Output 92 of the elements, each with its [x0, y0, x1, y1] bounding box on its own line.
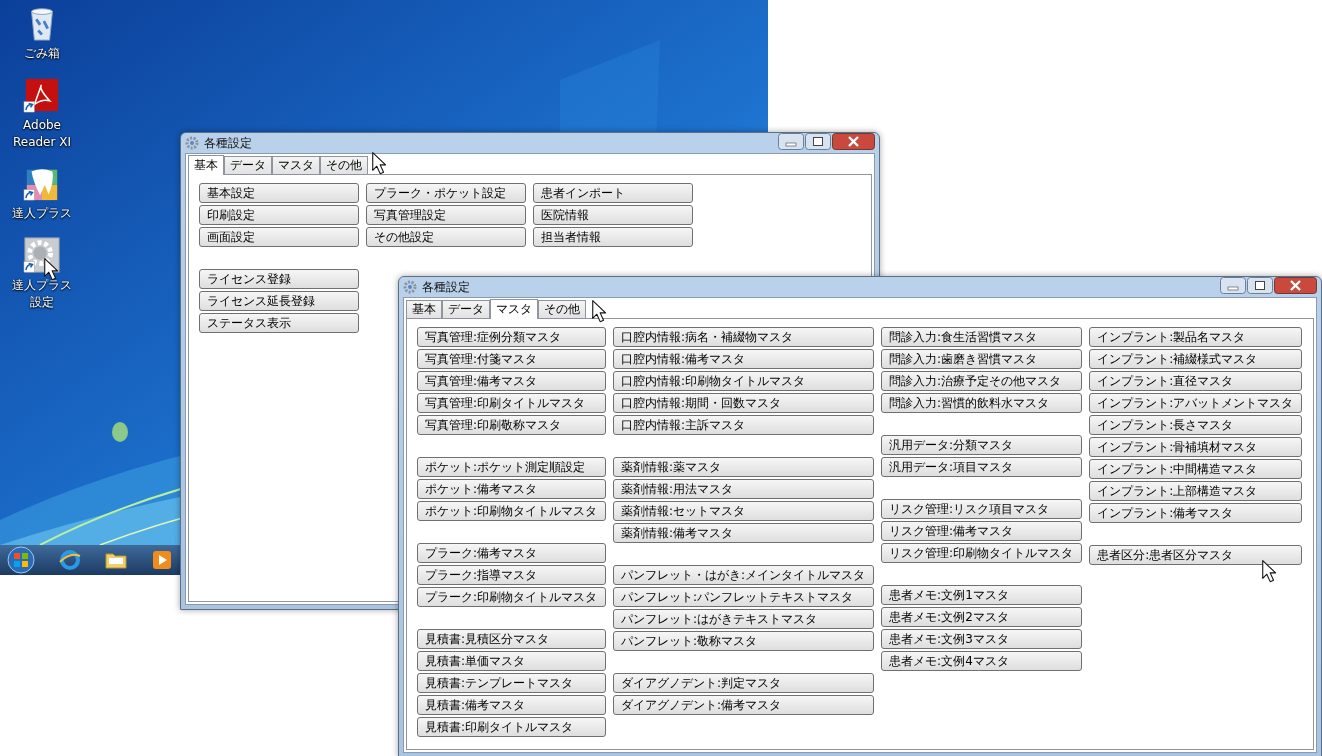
- settings-button[interactable]: インプラント:備考マスタ: [1089, 503, 1303, 523]
- settings-button[interactable]: 口腔内情報:期間・回数マスタ: [613, 393, 875, 413]
- settings-button[interactable]: 写真管理設定: [366, 205, 526, 225]
- maximize-button[interactable]: [805, 133, 831, 150]
- settings-button[interactable]: 患者メモ:文例2マスタ: [881, 607, 1083, 627]
- settings-button[interactable]: 問診入力:治療予定その他マスタ: [881, 371, 1083, 391]
- cursor-icon: [1262, 560, 1277, 583]
- tab[interactable]: マスタ: [272, 156, 320, 174]
- settings-button[interactable]: インプラント:骨補填材マスタ: [1089, 437, 1303, 457]
- settings-button[interactable]: 薬剤情報:用法マスタ: [613, 479, 875, 499]
- browser-icon[interactable]: [58, 548, 82, 572]
- settings-button[interactable]: インプラント:中間構造マスタ: [1089, 459, 1303, 479]
- icon-label: 達人プラス設定: [11, 277, 73, 311]
- maximize-button[interactable]: [1247, 277, 1273, 294]
- icon-label: 達人プラス: [11, 205, 73, 223]
- tab[interactable]: データ: [224, 156, 272, 174]
- cursor-icon: [44, 258, 59, 281]
- settings-button[interactable]: プラーク・ポケット設定: [366, 183, 526, 203]
- settings-button[interactable]: 画面設定: [199, 227, 359, 247]
- gear-icon: [185, 136, 199, 150]
- settings-button[interactable]: 問診入力:習慣的飲料水マスタ: [881, 393, 1083, 413]
- settings-button[interactable]: プラーク:印刷物タイトルマスタ: [417, 587, 607, 607]
- tab[interactable]: マスタ: [490, 299, 538, 319]
- close-button[interactable]: [1274, 277, 1317, 294]
- settings-button[interactable]: 口腔内情報:病名・補綴物マスタ: [613, 327, 875, 347]
- settings-button[interactable]: 口腔内情報:主訴マスタ: [613, 415, 875, 435]
- window-title: 各種設定: [422, 278, 470, 296]
- settings-button[interactable]: リスク管理:備考マスタ: [881, 521, 1083, 541]
- window-title: 各種設定: [204, 134, 252, 152]
- settings-button[interactable]: 写真管理:印刷タイトルマスタ: [417, 393, 607, 413]
- settings-button[interactable]: その他設定: [366, 227, 526, 247]
- settings-button[interactable]: パンフレット:敬称マスタ: [613, 631, 875, 651]
- settings-button[interactable]: パンフレット:パンフレットテキストマスタ: [613, 587, 875, 607]
- settings-button[interactable]: 担当者情報: [533, 227, 693, 247]
- settings-button[interactable]: 写真管理:印刷敬称マスタ: [417, 415, 607, 435]
- settings-button[interactable]: ステータス表示: [199, 313, 359, 333]
- tab[interactable]: データ: [442, 300, 490, 318]
- settings-button[interactable]: インプラント:補綴様式マスタ: [1089, 349, 1303, 369]
- tab[interactable]: 基本: [188, 155, 224, 175]
- settings-button[interactable]: プラーク:指導マスタ: [417, 565, 607, 585]
- tab[interactable]: その他: [538, 300, 586, 318]
- settings-button[interactable]: 薬剤情報:備考マスタ: [613, 523, 875, 543]
- gear-icon[interactable]: [23, 236, 61, 275]
- start-button[interactable]: [6, 545, 36, 575]
- settings-button[interactable]: 患者区分:患者区分マスタ: [1089, 545, 1303, 565]
- settings-button[interactable]: 問診入力:食生活習慣マスタ: [881, 327, 1083, 347]
- settings-button[interactable]: 基本設定: [199, 183, 359, 203]
- settings-button[interactable]: ポケット:印刷物タイトルマスタ: [417, 501, 607, 521]
- settings-button[interactable]: 患者メモ:文例3マスタ: [881, 629, 1083, 649]
- settings-button[interactable]: 写真管理:症例分類マスタ: [417, 327, 607, 347]
- close-button[interactable]: [832, 133, 875, 150]
- settings-button[interactable]: インプラント:製品名マスタ: [1089, 327, 1303, 347]
- settings-button[interactable]: ポケット:備考マスタ: [417, 479, 607, 499]
- settings-button[interactable]: インプラント:直径マスタ: [1089, 371, 1303, 391]
- settings-button[interactable]: リスク管理:リスク項目マスタ: [881, 499, 1083, 519]
- settings-button[interactable]: 患者メモ:文例1マスタ: [881, 585, 1083, 605]
- icon-label: Adobe Reader XI: [11, 116, 72, 151]
- tab[interactable]: 基本: [406, 300, 442, 318]
- settings-button[interactable]: 見積書:備考マスタ: [417, 695, 607, 715]
- settings-button[interactable]: 口腔内情報:備考マスタ: [613, 349, 875, 369]
- settings-button[interactable]: ダイアグノデント:備考マスタ: [613, 695, 875, 715]
- media-player-icon[interactable]: [150, 548, 174, 572]
- settings-button[interactable]: ダイアグノデント:判定マスタ: [613, 673, 875, 693]
- settings-button[interactable]: パンフレット:はがきテキストマスタ: [613, 609, 875, 629]
- settings-button[interactable]: 口腔内情報:印刷物タイトルマスタ: [613, 371, 875, 391]
- settings-button[interactable]: ライセンス延長登録: [199, 291, 359, 311]
- settings-button[interactable]: インプラント:アバットメントマスタ: [1089, 393, 1303, 413]
- gear-icon: [403, 280, 417, 294]
- settings-button[interactable]: 見積書:テンプレートマスタ: [417, 673, 607, 693]
- settings-button[interactable]: 薬剤情報:薬マスタ: [613, 457, 875, 477]
- settings-button[interactable]: 写真管理:備考マスタ: [417, 371, 607, 391]
- settings-button[interactable]: 汎用データ:項目マスタ: [881, 457, 1083, 477]
- settings-button[interactable]: ライセンス登録: [199, 269, 359, 289]
- settings-button[interactable]: 患者インポート: [533, 183, 693, 203]
- settings-button[interactable]: 医院情報: [533, 205, 693, 225]
- settings-button[interactable]: 印刷設定: [199, 205, 359, 225]
- settings-button[interactable]: ポケット:ポケット測定順設定: [417, 457, 607, 477]
- tab[interactable]: その他: [320, 156, 368, 174]
- settings-button[interactable]: 写真管理:付箋マスタ: [417, 349, 607, 369]
- settings-button[interactable]: 薬剤情報:セットマスタ: [613, 501, 875, 521]
- settings-button[interactable]: パンフレット・はがき:メインタイトルマスタ: [613, 565, 875, 585]
- settings-button[interactable]: インプラント:長さマスタ: [1089, 415, 1303, 435]
- settings-button[interactable]: 問診入力:歯磨き習慣マスタ: [881, 349, 1083, 369]
- settings-button[interactable]: 汎用データ:分類マスタ: [881, 435, 1083, 455]
- settings-button[interactable]: 見積書:印刷タイトルマスタ: [417, 717, 607, 737]
- settings-button[interactable]: 見積書:見積区分マスタ: [417, 629, 607, 649]
- settings-button[interactable]: リスク管理:印刷物タイトルマスタ: [881, 543, 1083, 563]
- settings-button[interactable]: 患者メモ:文例4マスタ: [881, 651, 1083, 671]
- icon-label: ごみ箱: [23, 45, 61, 62]
- settings-button[interactable]: 見積書:単価マスタ: [417, 651, 607, 671]
- settings-button[interactable]: プラーク:備考マスタ: [417, 543, 607, 563]
- settings-button[interactable]: インプラント:上部構造マスタ: [1089, 481, 1303, 501]
